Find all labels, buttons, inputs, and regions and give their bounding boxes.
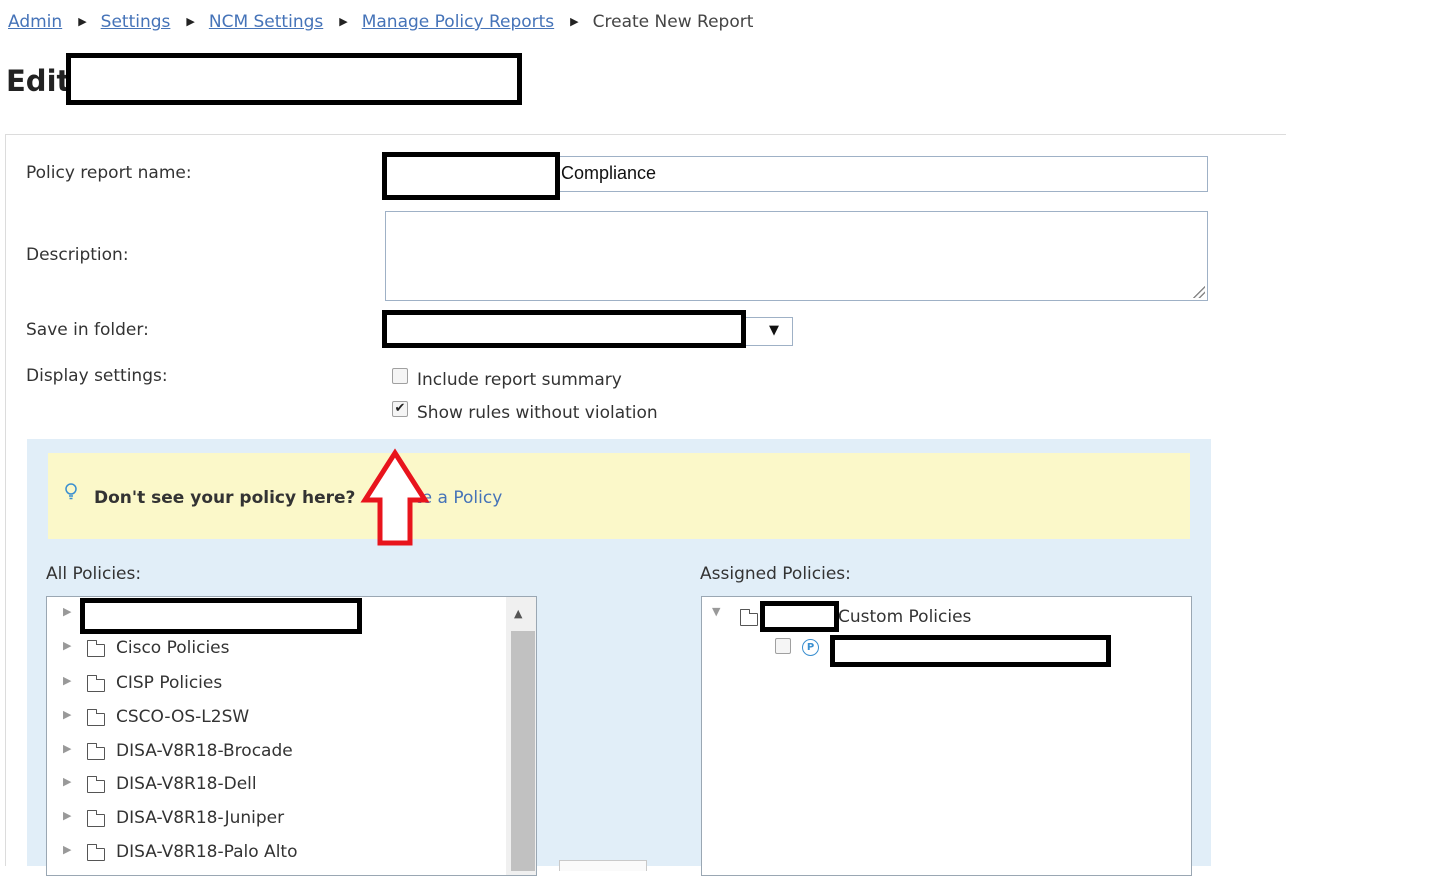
scrollbar-thumb[interactable] [511,631,535,871]
folder-icon [740,609,758,626]
expand-triangle-icon[interactable]: ▶ [63,605,71,618]
annotation-arrow-up-icon [360,448,430,546]
breadcrumb: Admin ▶ Settings ▶ NCM Settings ▶ Manage Polic… [8,12,753,32]
folder-icon [87,810,105,827]
folder-icon [87,844,105,861]
redaction-box-name [382,152,560,200]
policy-hint-text: Don't see your policy here? [94,488,356,508]
all-policies-scrollbar[interactable]: ▲ [506,597,536,875]
page-title: Edit [6,64,71,98]
save-in-folder-label: Save in folder: [26,320,149,340]
collapse-triangle-icon[interactable]: ▼ [712,605,720,618]
redaction-box-assigned-policy [830,635,1111,667]
expand-triangle-icon[interactable]: ▶ [63,708,71,721]
expand-triangle-icon[interactable]: ▶ [63,742,71,755]
breadcrumb-separator-icon: ▶ [78,15,87,28]
folder-icon [87,743,105,760]
checkmark-icon: ✔ [394,401,406,416]
expand-triangle-icon[interactable]: ▶ [63,639,71,652]
redaction-box-assigned-group [760,601,839,632]
resize-grip-icon[interactable] [1193,286,1205,298]
include-report-summary-checkbox[interactable] [392,368,408,384]
tree-item-label: Custom Policies [838,607,972,627]
expand-triangle-icon[interactable]: ▶ [63,809,71,822]
dropdown-arrow-icon: ▼ [769,323,779,338]
breadcrumb-admin[interactable]: Admin [8,12,62,32]
show-rules-without-violation-label[interactable]: Show rules without violation [417,403,658,423]
folder-icon [87,709,105,726]
tree-item-label: CISP Policies [116,673,223,693]
tree-item-disa-dell[interactable]: ▶ DISA-V8R18-Dell [47,769,536,803]
expand-triangle-icon[interactable]: ▶ [63,843,71,856]
redaction-box-all-first [80,598,362,634]
tree-item-cisco-policies[interactable]: ▶ Cisco Policies [47,633,536,667]
breadcrumb-manage-policy-reports[interactable]: Manage Policy Reports [362,12,554,32]
policy-report-name-value: Compliance [561,163,657,183]
all-policies-label: All Policies: [46,564,142,584]
show-rules-without-violation-checkbox[interactable]: ✔ [392,401,408,417]
tree-item-label: Cisco Policies [116,638,230,658]
tree-item-disa-juniper[interactable]: ▶ DISA-V8R18-Juniper [47,803,536,837]
breadcrumb-settings[interactable]: Settings [101,12,171,32]
tree-item-label: DISA-V8R18-Brocade [116,741,293,761]
redaction-box-folder [382,310,746,348]
header-divider [6,134,1286,135]
tree-item-label: DISA-V8R18-Palo Alto [116,842,298,862]
description-textarea[interactable] [385,211,1208,301]
tree-item-label: DISA-V8R18-Juniper [116,808,285,828]
expand-triangle-icon[interactable]: ▶ [63,775,71,788]
tree-item-label: DISA-V8R18-Dell [116,774,257,794]
tree-item-disa-brocade[interactable]: ▶ DISA-V8R18-Brocade [47,736,536,770]
lightbulb-icon [64,483,78,505]
redaction-box-title [66,53,522,105]
content-left-border [5,134,6,866]
scroll-up-arrow-icon[interactable]: ▲ [514,607,522,620]
tree-item-cisp-policies[interactable]: ▶ CISP Policies [47,668,536,702]
breadcrumb-separator-icon: ▶ [570,15,579,28]
assigned-policies-label: Assigned Policies: [700,564,851,584]
breadcrumb-ncm-settings[interactable]: NCM Settings [209,12,323,32]
breadcrumb-separator-icon: ▶ [186,15,195,28]
display-settings-label: Display settings: [26,366,168,386]
tree-item-csco-os-l2sw[interactable]: ▶ CSCO-OS-L2SW [47,702,536,736]
folder-icon [87,640,105,657]
policy-p-icon: P [802,639,819,656]
description-label: Description: [26,245,129,265]
policy-report-name-label: Policy report name: [26,163,192,183]
folder-icon [87,776,105,793]
assigned-policy-checkbox[interactable] [775,638,791,654]
breadcrumb-current: Create New Report [592,12,754,32]
folder-icon [87,675,105,692]
tree-item-label: CSCO-OS-L2SW [116,707,250,727]
expand-triangle-icon[interactable]: ▶ [63,674,71,687]
all-policies-list[interactable]: ▶ ▶ Cisco Policies ▶ CISP Policies ▶ CSC… [46,596,537,876]
breadcrumb-separator-icon: ▶ [339,15,348,28]
include-report-summary-label[interactable]: Include report summary [417,370,622,390]
